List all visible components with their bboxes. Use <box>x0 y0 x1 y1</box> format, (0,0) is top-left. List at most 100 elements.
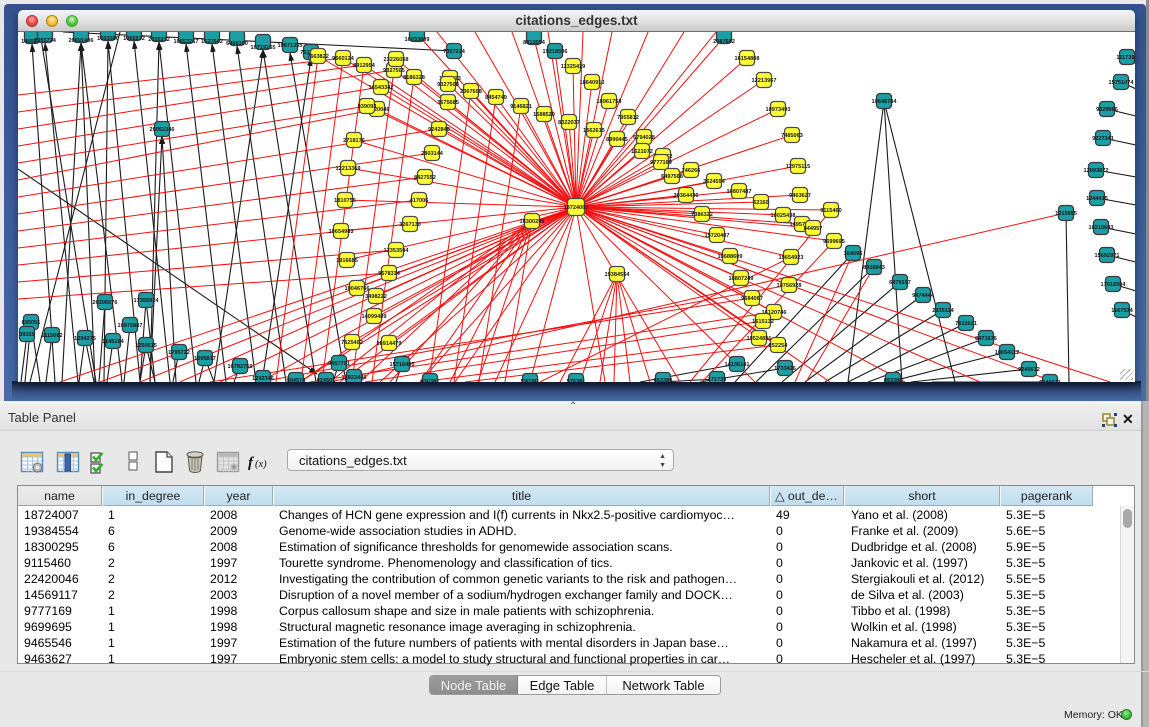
svg-text:1065532: 1065532 <box>123 36 145 42</box>
svg-text:2803144: 2803144 <box>421 151 444 157</box>
svg-text:6497568: 6497568 <box>661 174 683 180</box>
svg-text:893380: 893380 <box>884 378 903 382</box>
svg-text:1795722: 1795722 <box>168 350 190 356</box>
svg-text:9115460: 9115460 <box>820 208 841 214</box>
svg-text:1292346: 1292346 <box>252 376 274 382</box>
svg-text:1527602: 1527602 <box>201 39 223 45</box>
svg-text:8186328: 8186328 <box>403 75 425 81</box>
svg-text:9463627: 9463627 <box>789 193 811 199</box>
svg-text:10046766: 10046766 <box>345 286 370 292</box>
svg-text:10025438: 10025438 <box>771 213 796 219</box>
svg-text:6466160: 6466160 <box>226 41 248 47</box>
svg-text:9245611: 9245611 <box>1039 380 1060 382</box>
svg-text:1095817: 1095817 <box>194 356 216 362</box>
svg-text:16033809: 16033809 <box>405 37 430 43</box>
svg-text:9457791: 9457791 <box>328 361 350 367</box>
svg-text:1244415: 1244415 <box>1086 196 1108 202</box>
svg-text:8322037: 8322037 <box>558 120 580 126</box>
svg-text:3675685: 3675685 <box>437 100 459 106</box>
svg-text:8912954: 8912954 <box>353 63 376 69</box>
svg-text:1167534: 1167534 <box>1111 308 1133 314</box>
svg-text:9474444: 9474444 <box>912 293 935 299</box>
svg-text:12213369: 12213369 <box>336 166 361 172</box>
svg-text:576381: 576381 <box>567 379 586 382</box>
svg-text:12975115: 12975115 <box>786 164 811 170</box>
svg-text:2087682: 2087682 <box>713 39 735 45</box>
svg-text:7955812: 7955812 <box>617 115 639 121</box>
svg-text:2718176: 2718176 <box>343 138 365 144</box>
svg-text:1588520: 1588520 <box>533 112 555 118</box>
svg-text:12213967: 12213967 <box>752 78 777 84</box>
svg-text:7485063: 7485063 <box>781 133 803 139</box>
svg-text:6479197: 6479197 <box>889 280 911 286</box>
svg-text:663380: 663380 <box>654 378 673 382</box>
svg-text:164095: 164095 <box>844 251 863 257</box>
svg-text:844957: 844957 <box>804 226 823 232</box>
svg-text:1615132: 1615132 <box>752 319 774 325</box>
svg-text:7386322: 7386322 <box>691 212 713 218</box>
svg-text:10653267: 10653267 <box>174 39 199 45</box>
svg-text:19218506: 19218506 <box>543 49 568 55</box>
svg-text:20053346: 20053346 <box>150 127 175 133</box>
svg-text:18807249: 18807249 <box>729 276 754 282</box>
svg-text:1145194: 1145194 <box>102 339 124 345</box>
svg-text:14136141: 14136141 <box>725 362 750 368</box>
svg-text:7663822: 7663822 <box>307 54 329 60</box>
svg-text:18640910: 18640910 <box>580 80 605 86</box>
svg-text:10654112: 10654112 <box>995 350 1020 356</box>
svg-text:3498222: 3498222 <box>365 294 387 300</box>
svg-text:9242848: 9242848 <box>428 127 450 133</box>
svg-text:8471676: 8471676 <box>975 336 997 342</box>
svg-text:17359924: 17359924 <box>134 298 160 304</box>
svg-text:16914479: 16914479 <box>377 341 402 347</box>
svg-text:6794028: 6794028 <box>633 135 655 141</box>
svg-text:17016504: 17016504 <box>1101 282 1127 288</box>
svg-text:23226058: 23226058 <box>384 57 409 63</box>
svg-text:2055724: 2055724 <box>34 38 57 44</box>
svg-text:1916685: 1916685 <box>336 258 358 264</box>
svg-text:1115682: 1115682 <box>41 333 62 339</box>
svg-text:f: f <box>248 455 255 471</box>
svg-text:10975887: 10975887 <box>118 323 143 329</box>
svg-text:15720407: 15720407 <box>705 233 730 239</box>
svg-text:15716485: 15716485 <box>390 362 415 368</box>
svg-text:14099489: 14099489 <box>362 314 387 320</box>
svg-text:15692971: 15692971 <box>1095 253 1120 259</box>
svg-text:9227341: 9227341 <box>1092 136 1114 142</box>
svg-text:430381: 430381 <box>421 379 440 382</box>
svg-text:9146821: 9146821 <box>510 104 532 110</box>
svg-text:(x): (x) <box>255 459 267 470</box>
svg-text:12923446: 12923446 <box>342 375 367 381</box>
svg-text:1562615: 1562615 <box>583 128 605 134</box>
svg-text:20691406: 20691406 <box>69 38 94 44</box>
svg-text:8454749: 8454749 <box>485 95 507 101</box>
svg-text:746266: 746266 <box>682 168 701 174</box>
svg-text:530381: 530381 <box>521 379 540 382</box>
svg-text:10756928: 10756928 <box>777 283 802 289</box>
svg-text:252254: 252254 <box>769 343 789 349</box>
svg-text:9777169: 9777169 <box>650 160 672 166</box>
svg-text:8427552: 8427552 <box>414 175 436 181</box>
svg-text:9699695: 9699695 <box>823 239 845 245</box>
svg-text:171733: 171733 <box>708 377 727 382</box>
svg-text:39159: 39159 <box>19 332 35 338</box>
svg-text:835051: 835051 <box>22 320 41 326</box>
svg-text:1294275: 1294275 <box>74 336 96 342</box>
svg-text:10807487: 10807487 <box>727 189 752 195</box>
svg-text:12093872: 12093872 <box>1084 168 1109 174</box>
svg-text:939093: 939093 <box>358 104 377 110</box>
svg-text:20364436: 20364436 <box>674 193 699 199</box>
svg-text:1733426: 1733426 <box>774 366 796 372</box>
svg-text:9329966: 9329966 <box>1096 107 1118 113</box>
svg-text:11325419: 11325419 <box>561 64 586 70</box>
svg-text:19654923: 19654923 <box>779 255 804 261</box>
svg-text:7625402: 7625402 <box>341 340 363 346</box>
svg-text:10648784: 10648784 <box>872 99 898 105</box>
svg-text:8990445: 8990445 <box>606 137 628 143</box>
svg-text:1215955: 1215955 <box>1055 211 1077 217</box>
svg-text:10973493: 10973493 <box>766 107 791 113</box>
svg-text:994574: 994574 <box>287 378 307 382</box>
svg-text:62160: 62160 <box>753 200 769 206</box>
svg-text:20206576: 20206576 <box>93 300 118 306</box>
svg-text:16961758: 16961758 <box>597 99 622 105</box>
